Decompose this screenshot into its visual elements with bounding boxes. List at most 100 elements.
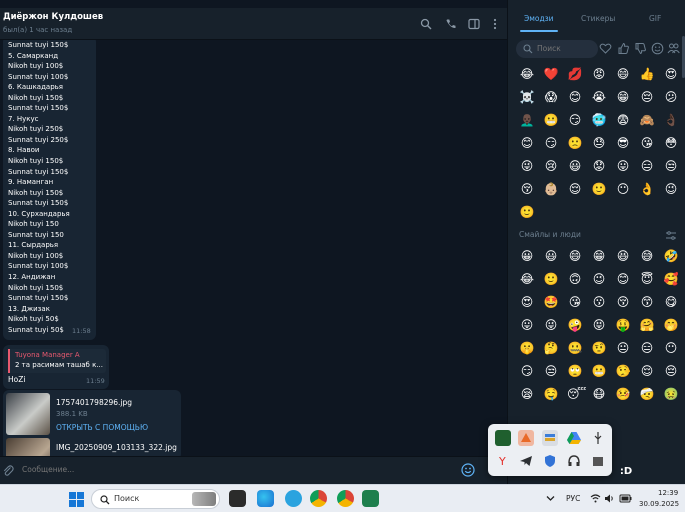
emoji[interactable]: 😛 <box>615 158 631 174</box>
emoji[interactable]: 😚 <box>519 181 535 197</box>
emoji[interactable]: 🤫 <box>519 340 535 356</box>
google-drive-icon[interactable] <box>566 430 582 446</box>
emoji[interactable]: 🤑 <box>615 317 631 333</box>
emoji[interactable]: 👌🏿 <box>663 112 679 128</box>
taskbar-search[interactable]: Поиск <box>91 489 220 509</box>
emoji[interactable]: 😏 <box>543 135 559 151</box>
task-view-icon[interactable] <box>229 490 246 507</box>
image-thumbnail[interactable] <box>6 438 50 456</box>
open-with-link[interactable]: ОТКРЫТЬ С ПОМОЩЬЮ <box>56 423 148 432</box>
emoji[interactable]: 😌 <box>567 181 583 197</box>
emoji[interactable]: 🤪 <box>567 317 583 333</box>
edge-icon[interactable] <box>257 490 274 507</box>
phone-icon[interactable] <box>445 18 457 30</box>
chat-header[interactable]: Диёржон Кулдошев был(а) 1 час назад <box>0 8 507 40</box>
emoji[interactable]: 😍 <box>519 294 535 310</box>
file-attachment[interactable]: IMG_20250909_103133_322.jpg <box>3 438 181 456</box>
smile-category-icon[interactable] <box>651 42 664 55</box>
emoji[interactable]: 🤗 <box>639 317 655 333</box>
emoji[interactable]: 😂 <box>519 271 535 287</box>
emoji[interactable]: 🤭 <box>663 317 679 333</box>
search-icon[interactable] <box>420 18 432 30</box>
app-tray-icon[interactable] <box>518 430 534 446</box>
emoji[interactable]: 😶 <box>615 181 631 197</box>
clock-time[interactable]: 12:39 <box>658 489 678 497</box>
chrome-profile-icon[interactable] <box>337 490 354 507</box>
emoji[interactable]: 👌 <box>639 181 655 197</box>
emoji[interactable]: 😗 <box>591 294 607 310</box>
emoji[interactable]: 😚 <box>615 294 631 310</box>
emoji[interactable]: 😃 <box>543 248 559 264</box>
emoji[interactable]: 🥶 <box>591 112 607 128</box>
chrome-icon[interactable] <box>310 490 327 507</box>
emoji[interactable]: 😬 <box>543 112 559 128</box>
emoji[interactable]: 😭 <box>591 89 607 105</box>
emoji[interactable]: 😊 <box>519 135 535 151</box>
emoji[interactable]: 😌 <box>639 363 655 379</box>
message-list[interactable]: Sunnat tuyi 150$ 5. Самарканд Nikoh tuyi 1… <box>0 40 507 456</box>
emoji[interactable]: :D <box>618 464 634 480</box>
emoji[interactable]: 🥰 <box>663 271 679 287</box>
emoji[interactable]: 😁 <box>591 248 607 264</box>
file-attachment[interactable]: 1757401798296.jpg 388.1 KB ОТКРЫТЬ С ПОМ… <box>3 393 181 438</box>
emoji[interactable]: 😝 <box>591 317 607 333</box>
emoji[interactable]: 😴 <box>567 386 586 402</box>
heart-category-icon[interactable] <box>599 42 612 55</box>
emoji[interactable]: 👶🏼 <box>543 181 559 197</box>
emoji-search[interactable] <box>516 40 598 58</box>
emoji[interactable]: 😍 <box>663 66 679 82</box>
emoji[interactable]: 😉 <box>591 271 607 287</box>
emoji[interactable]: 🤕 <box>639 386 655 402</box>
emoji[interactable]: 😅 <box>639 248 655 264</box>
emoji[interactable]: 🤐 <box>567 340 583 356</box>
cloud-stack-icon[interactable] <box>542 430 558 446</box>
emoji[interactable]: 🤨 <box>591 340 607 356</box>
emoji[interactable]: 😟 <box>591 158 607 174</box>
emoji[interactable]: 😁 <box>615 89 631 105</box>
emoji[interactable]: 😛 <box>519 317 535 333</box>
emoji[interactable]: 😃 <box>567 158 583 174</box>
emoji[interactable]: 😄 <box>615 66 631 82</box>
emoji[interactable]: 👨🏿‍🦲 <box>519 112 535 128</box>
attach-icon[interactable] <box>2 464 14 477</box>
windows-start-icon[interactable] <box>69 492 84 507</box>
emoji[interactable]: 😬 <box>591 363 607 379</box>
emoji[interactable]: 😜 <box>543 317 559 333</box>
emoji[interactable]: 🤒 <box>615 386 631 402</box>
telegram-tray-icon[interactable] <box>518 453 534 469</box>
file-message-bubble[interactable]: 1757401798296.jpg 388.1 KB ОТКРЫТЬ С ПОМ… <box>3 390 181 456</box>
yandex-icon[interactable]: Y <box>495 453 511 469</box>
emoji[interactable]: 😄 <box>567 248 583 264</box>
emoji[interactable]: 😀 <box>519 248 535 264</box>
emoji[interactable]: 😱 <box>543 89 559 105</box>
reply-quote[interactable]: Tuyona Manager A 2 та расимам ташаб к... <box>8 349 106 373</box>
people-category-icon[interactable] <box>667 42 680 55</box>
thumbs-down-category-icon[interactable] <box>634 42 647 55</box>
more-menu-icon[interactable] <box>489 18 501 30</box>
emoji[interactable]: 🙂 <box>543 271 559 287</box>
emoji[interactable]: 💋 <box>567 66 583 82</box>
tab-emoji[interactable]: Эмодзи <box>524 14 554 23</box>
contact-name[interactable]: Диёржон Кулдошев <box>3 12 103 22</box>
emoji-search-input[interactable] <box>537 44 595 53</box>
chevron-up-icon[interactable] <box>546 495 555 502</box>
emoji[interactable]: 😊 <box>567 89 583 105</box>
battery-icon[interactable] <box>619 493 632 504</box>
emoji[interactable]: 😔 <box>663 363 679 379</box>
emoji[interactable]: 😶 <box>663 340 679 356</box>
language-indicator[interactable]: РУС <box>566 494 580 503</box>
emoji[interactable]: 😔 <box>639 89 655 105</box>
emoji[interactable]: 😓 <box>591 135 607 151</box>
emoji-icon[interactable] <box>461 463 475 477</box>
section-settings-icon[interactable] <box>666 231 676 240</box>
emoji[interactable]: 😕 <box>663 89 679 105</box>
tab-gif[interactable]: GIF <box>649 14 661 23</box>
emoji[interactable]: 😊 <box>615 271 631 287</box>
message-input[interactable] <box>22 465 442 474</box>
emoji[interactable]: 🤔 <box>543 340 559 356</box>
emoji[interactable]: 😘 <box>567 294 583 310</box>
emoji[interactable]: 😒 <box>543 363 559 379</box>
nvidia-icon[interactable] <box>495 430 511 446</box>
emoji[interactable]: 🙄 <box>567 363 583 379</box>
emoji[interactable]: 😏 <box>567 112 583 128</box>
